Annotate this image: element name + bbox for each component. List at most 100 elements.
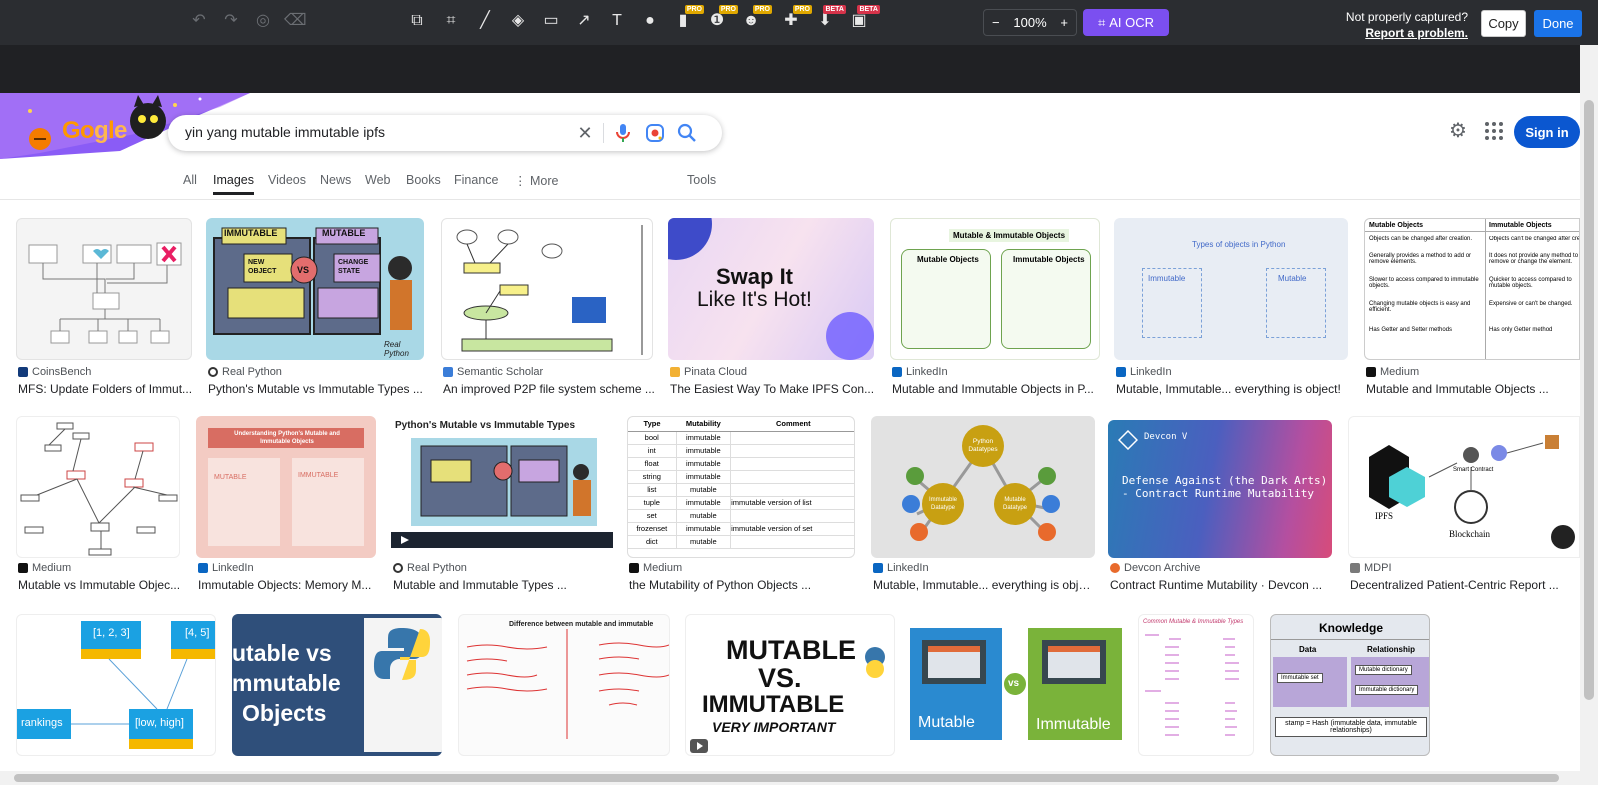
result-title[interactable]: Decentralized Patient-Centric Report ... <box>1350 578 1560 592</box>
vertical-scrollbar[interactable] <box>1580 45 1598 785</box>
eraser-icon[interactable]: ⌫ <box>284 10 307 32</box>
result-thumbnail[interactable] <box>441 218 653 360</box>
image-result[interactable]: Knowledge Data Relationship Immutable se… <box>1270 614 1430 764</box>
image-result[interactable]: IPFS Blockchain Smart Contract MDPI Dece… <box>1348 416 1580 596</box>
tab-videos[interactable]: Videos <box>268 173 306 187</box>
redo-icon[interactable]: ↷ <box>220 10 242 32</box>
horizontal-scrollbar[interactable] <box>0 771 1580 785</box>
result-title[interactable]: Immutable Objects: Memory M... <box>198 578 380 592</box>
report-problem-link[interactable]: Report a problem. <box>1346 25 1468 41</box>
result-thumbnail[interactable]: Python Datatypes Immutable Datatype Muta… <box>871 416 1095 558</box>
result-title[interactable]: the Mutability of Python Objects ... <box>629 578 855 592</box>
image-result[interactable]: Python's Mutable vs Immutable Types Real… <box>391 416 613 596</box>
tab-more[interactable]: ⋮ More <box>514 173 558 188</box>
result-title[interactable]: Mutable and Immutable Types ... <box>393 578 613 592</box>
image-result[interactable]: Mutable Objects Immutable Objects Object… <box>1364 218 1580 398</box>
pen-icon[interactable]: ╱ <box>474 10 496 32</box>
tab-books[interactable]: Books <box>406 173 441 187</box>
tab-all[interactable]: All <box>183 173 197 187</box>
tab-images[interactable]: Images <box>213 173 254 195</box>
result-thumbnail[interactable]: Swap It Like It's Hot! <box>668 218 874 360</box>
result-title[interactable]: MFS: Update Folders of Immut... <box>18 382 194 396</box>
result-title[interactable]: Mutable, Immutable... everything is obje… <box>1116 382 1352 396</box>
scroll-thumb[interactable] <box>14 774 1559 782</box>
result-thumbnail[interactable]: Mutable & Immutable Objects Mutable Obje… <box>890 218 1100 360</box>
voice-search-icon[interactable] <box>611 121 635 145</box>
result-thumbnail[interactable]: vs Mutable Immutable <box>910 614 1122 756</box>
text-icon[interactable]: T <box>606 10 628 32</box>
zoom-out-button[interactable]: − <box>992 15 1000 30</box>
image-result[interactable]: Type Mutability Comment bool immutable int… <box>627 416 855 596</box>
image-result[interactable]: Semantic Scholar An improved P2P file sy… <box>441 218 655 398</box>
image-result[interactable]: utable vs mmutable Objects <box>232 614 442 764</box>
search-icon[interactable] <box>675 121 699 145</box>
image-result[interactable]: Understanding Python's Mutable and Immut… <box>196 416 384 596</box>
search-input[interactable]: yin yang mutable immutable ipfs <box>185 124 385 140</box>
zoom-in-button[interactable]: + <box>1060 15 1068 30</box>
result-thumbnail[interactable]: Types of objects in Python Immutable Mut… <box>1114 218 1348 360</box>
result-title[interactable]: Python's Mutable vs Immutable Types ... <box>208 382 424 396</box>
image-result[interactable]: Swap It Like It's Hot! Pinata Cloud The … <box>668 218 874 398</box>
result-title[interactable]: Contract Runtime Mutability · Devcon ... <box>1110 578 1334 592</box>
ai-ocr-button[interactable]: ⌗ AI OCR <box>1083 9 1169 36</box>
step-icon[interactable]: ❶ PRO <box>706 5 738 32</box>
image-result[interactable]: Mutable & Immutable Objects Mutable Obje… <box>890 218 1100 398</box>
image-result[interactable]: Types of objects in Python Immutable Mut… <box>1114 218 1350 398</box>
result-thumbnail[interactable]: MUTABLE VS. IMMUTABLE VERY IMPORTANT <box>685 614 895 756</box>
settings-gear-icon[interactable]: ⚙ <box>1447 120 1469 142</box>
result-thumbnail[interactable] <box>16 416 180 558</box>
result-thumbnail[interactable]: Knowledge Data Relationship Immutable se… <box>1270 614 1430 756</box>
result-thumbnail[interactable]: utable vs mmutable Objects <box>232 614 442 756</box>
undo-icon[interactable]: ↶ <box>188 10 210 32</box>
image-result[interactable]: Common Mutable & Immutable Types <box>1138 614 1254 764</box>
result-thumbnail[interactable]: [1, 2, 3] [4, 5] rankings [low, high] <box>16 614 216 756</box>
ai-icon[interactable]: ◎ <box>252 10 274 32</box>
result-thumbnail[interactable]: IPFS Blockchain Smart Contract <box>1348 416 1580 558</box>
stamp-icon[interactable]: ⬇ BETA <box>814 5 846 32</box>
frame-icon[interactable]: ▣ BETA <box>848 5 880 32</box>
image-result[interactable]: vs Mutable Immutable <box>910 614 1122 764</box>
resize-icon[interactable]: ⧉ <box>406 10 428 32</box>
result-thumbnail[interactable]: Mutable Objects Immutable Objects Object… <box>1364 218 1580 360</box>
result-thumbnail[interactable]: Understanding Python's Mutable and Immut… <box>196 416 376 558</box>
sign-in-button[interactable]: Sign in <box>1514 116 1580 148</box>
result-title[interactable]: The Easiest Way To Make IPFS Con... <box>670 382 876 396</box>
tab-web[interactable]: Web <box>365 173 390 187</box>
clear-icon[interactable]: ✕ <box>573 121 597 145</box>
sticker-icon[interactable]: ✚ PRO <box>780 5 812 32</box>
image-result[interactable]: MUTABLE VS. IMMUTABLE VERY IMPORTANT <box>685 614 895 764</box>
result-thumbnail[interactable]: IMMUTABLE MUTABLE NEW OBJECT VS CHANGE S… <box>206 218 424 360</box>
image-result[interactable]: Python Datatypes Immutable Datatype Muta… <box>871 416 1095 596</box>
apps-grid-icon[interactable] <box>1483 120 1505 142</box>
result-thumbnail[interactable]: Common Mutable & Immutable Types <box>1138 614 1254 756</box>
comment-icon[interactable]: ▮ PRO <box>672 5 704 32</box>
tools-button[interactable]: Tools <box>687 173 716 187</box>
emoji-icon[interactable]: ☻ PRO <box>740 5 772 32</box>
search-box[interactable]: yin yang mutable immutable ipfs ✕ <box>168 115 722 151</box>
result-title[interactable]: Mutable, Immutable... everything is obje… <box>873 578 1095 592</box>
image-result[interactable]: [1, 2, 3] [4, 5] rankings [low, high] <box>16 614 216 764</box>
blur-icon[interactable]: ● <box>639 10 661 32</box>
result-title[interactable]: Mutable and Immutable Objects in P... <box>892 382 1098 396</box>
tab-news[interactable]: News <box>320 173 351 187</box>
image-result[interactable]: Medium Mutable vs Immutable Objec... <box>16 416 188 596</box>
marker-icon[interactable]: ◈ <box>507 10 529 32</box>
tab-finance[interactable]: Finance <box>454 173 498 187</box>
lens-search-icon[interactable] <box>643 121 667 145</box>
copy-button[interactable]: Copy <box>1481 10 1526 37</box>
done-button[interactable]: Done <box>1534 10 1582 37</box>
result-title[interactable]: Mutable and Immutable Objects ... <box>1366 382 1576 396</box>
scroll-thumb[interactable] <box>1584 100 1594 700</box>
result-title[interactable]: An improved P2P file system scheme ... <box>443 382 655 396</box>
arrow-icon[interactable]: ↗ <box>573 10 595 32</box>
result-thumbnail[interactable]: Devcon V Defense Against (the Dark Arts)… <box>1108 420 1332 558</box>
image-result[interactable]: Difference between mutable and immutable <box>458 614 670 764</box>
rectangle-icon[interactable]: ▭ <box>540 10 562 32</box>
image-result[interactable]: Devcon V Defense Against (the Dark Arts)… <box>1108 416 1334 596</box>
result-thumbnail[interactable] <box>16 218 192 360</box>
result-thumbnail[interactable]: Difference between mutable and immutable <box>458 614 670 756</box>
image-result[interactable]: IMMUTABLE MUTABLE NEW OBJECT VS CHANGE S… <box>206 218 428 398</box>
crop-icon[interactable]: ⌗ <box>440 10 462 32</box>
result-thumbnail[interactable]: Python's Mutable vs Immutable Types <box>391 416 613 558</box>
image-result[interactable]: CoinsBench MFS: Update Folders of Immut.… <box>16 218 192 398</box>
